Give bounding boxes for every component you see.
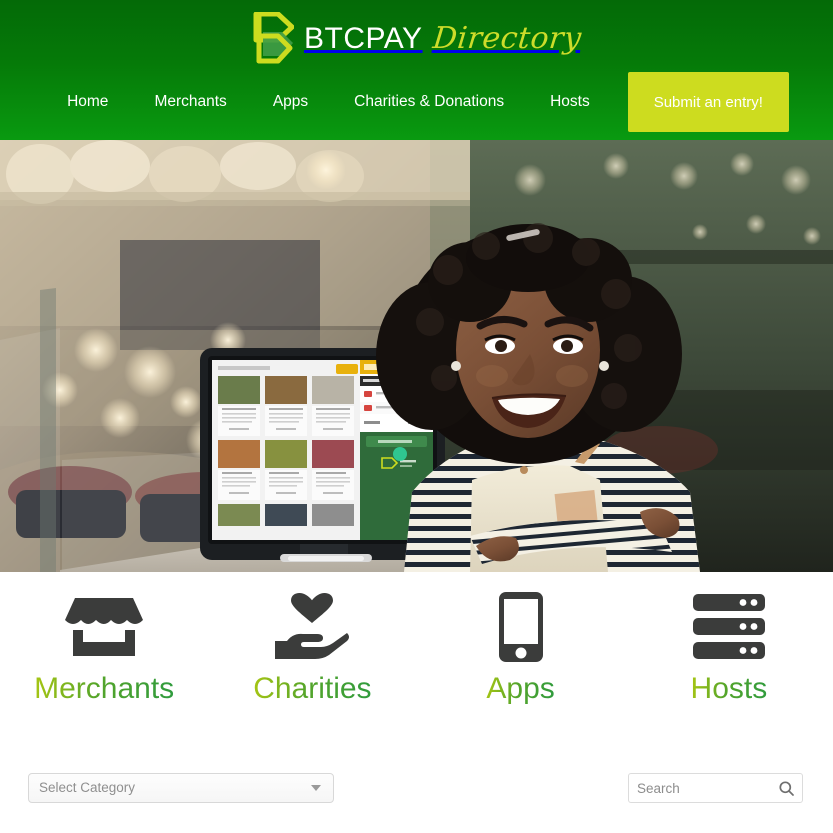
category-charities[interactable]: Charities (208, 590, 416, 705)
select-category-value: Select Category (39, 780, 136, 796)
filter-row: Select Category (0, 747, 833, 833)
brand-name-secondary: Directory (430, 20, 583, 56)
submit-an-entry-button[interactable]: Submit an entry! (627, 72, 789, 132)
category-label: Hosts (690, 672, 768, 705)
category-label: Merchants (34, 672, 175, 705)
category-label: Charities (253, 672, 372, 705)
brand-name-primary: BTCPAY (303, 21, 423, 55)
site-logo[interactable]: BTCPAY Directory (0, 10, 833, 66)
nav-item-merchants[interactable]: Merchants (131, 72, 249, 132)
select-category-dropdown[interactable]: Select Category (28, 773, 334, 803)
category-label: Apps (486, 672, 555, 705)
mobile-phone-icon (498, 590, 543, 664)
search-icon[interactable] (779, 780, 794, 796)
main-navigation: Home Merchants Apps Charities & Donation… (0, 72, 833, 132)
btcpay-chevron-b-logo-icon (252, 11, 295, 64)
hand-holding-heart-icon (273, 590, 351, 664)
store-icon (65, 590, 144, 664)
nav-list: Home Merchants Apps Charities & Donation… (44, 72, 789, 132)
category-apps[interactable]: Apps (417, 590, 625, 705)
category-shortcuts: Merchants Charities Apps Hosts (0, 572, 833, 747)
nav-item-charities-donations[interactable]: Charities & Donations (331, 72, 527, 132)
hero-image (0, 140, 833, 572)
category-merchants[interactable]: Merchants (0, 590, 208, 705)
search-input[interactable] (637, 780, 779, 796)
site-header: BTCPAY Directory Home Merchants Apps Cha… (0, 0, 833, 140)
category-hosts[interactable]: Hosts (625, 590, 833, 705)
search-box[interactable] (628, 773, 803, 803)
nav-item-apps[interactable]: Apps (250, 72, 331, 132)
server-rack-icon (692, 590, 765, 664)
chevron-down-icon (311, 785, 321, 791)
nav-item-home[interactable]: Home (44, 72, 131, 132)
nav-item-hosts[interactable]: Hosts (527, 72, 613, 132)
